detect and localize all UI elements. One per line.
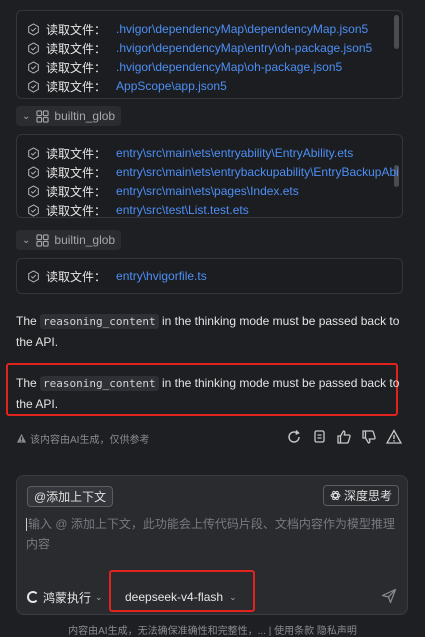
tool-result-box-3: 读取文件： entry\hvigorfile.ts (16, 258, 403, 294)
builtin-glob-toggle[interactable]: ⌄ builtin_glob (16, 230, 122, 250)
file-read-label: 读取文件： (46, 165, 107, 180)
file-read-row: 读取文件： .hvigor\dependencyMap\entry\oh-pack… (27, 39, 372, 57)
deep-think-label: 深度思考 (343, 489, 392, 503)
file-read-row: 读取文件： .hvigor\dependencyMap\dependencyMap… (27, 20, 368, 38)
check-hexagon-icon (27, 269, 40, 283)
check-hexagon-icon (27, 41, 40, 55)
file-path-link[interactable]: .hvigor\dependencyMap\entry\oh-package.j… (116, 41, 372, 55)
tool-grid-icon (36, 109, 50, 123)
deep-think-icon (330, 490, 341, 501)
deep-think-button[interactable]: 深度思考 (322, 485, 399, 506)
answer-paragraph-highlighted: The reasoning_content in the thinking mo… (16, 376, 400, 411)
file-read-row: 读取文件： entry\src\main\ets\pages\Index.ets (27, 182, 299, 200)
file-path-link[interactable]: entry\src\main\ets\entryability\EntryAbi… (116, 146, 353, 160)
add-context-button[interactable]: @添加上下文 (27, 486, 114, 507)
check-hexagon-icon (27, 60, 40, 74)
tool-result-box-2: 读取文件： entry\src\main\ets\entryability\Ent… (16, 134, 403, 218)
report-icon[interactable] (386, 429, 402, 445)
check-hexagon-icon (27, 184, 40, 198)
check-hexagon-icon (27, 165, 40, 179)
input-placeholder: 输入 @ 添加上下文，此功能会上传代码片段、文档内容作为模型推理内容 (26, 517, 395, 551)
file-read-row: 读取文件： entry\src\main\ets\entrybackupabili… (27, 163, 399, 181)
inline-code: reasoning_content (40, 314, 159, 329)
check-hexagon-icon (27, 22, 40, 36)
file-path-link[interactable]: entry\src\test\List.test.ets (116, 203, 249, 217)
thumbs-up-icon[interactable] (336, 429, 352, 445)
file-path-link[interactable]: .hvigor\dependencyMap\dependencyMap.json… (116, 22, 368, 36)
tool-chip-label: builtin_glob (54, 233, 116, 247)
file-read-label: 读取文件： (46, 203, 107, 218)
file-read-label: 读取文件： (46, 79, 107, 94)
check-hexagon-icon (27, 79, 40, 93)
file-path-link[interactable]: entry\src\main\ets\pages\Index.ets (116, 184, 299, 198)
send-icon[interactable] (381, 588, 397, 604)
file-path-link[interactable]: entry\src\main\ets\entrybackupability\En… (116, 165, 399, 179)
thumbs-down-icon[interactable] (361, 429, 377, 445)
message-actions (286, 429, 402, 445)
scrollbar[interactable] (394, 15, 399, 49)
file-read-row: 读取文件： entry\src\main\ets\entryability\Ent… (27, 144, 353, 162)
loading-spinner-icon (27, 591, 39, 603)
file-read-label: 读取文件： (46, 41, 107, 56)
file-read-label: 读取文件： (46, 22, 107, 37)
tool-grid-icon (36, 233, 50, 247)
highlight-box (109, 570, 255, 612)
builtin-glob-toggle[interactable]: ⌄ builtin_glob (16, 106, 122, 126)
chevron-down-icon: ⌄ (22, 110, 31, 122)
mode-label: 鸿蒙执行 (43, 590, 92, 605)
file-read-label: 读取文件： (46, 269, 107, 284)
file-read-label: 读取文件： (46, 60, 107, 75)
copy-icon[interactable] (311, 429, 327, 445)
regenerate-icon[interactable] (286, 429, 302, 445)
check-hexagon-icon (27, 146, 40, 160)
check-hexagon-icon (27, 203, 40, 217)
file-read-label: 读取文件： (46, 184, 107, 199)
file-read-row: 读取文件： AppScope\app.json5 (27, 77, 227, 95)
warning-icon (16, 433, 27, 443)
file-path-link[interactable]: .hvigor\dependencyMap\oh-package.json5 (116, 60, 342, 74)
inline-code: reasoning_content (40, 376, 159, 391)
file-read-label: 读取文件： (46, 146, 107, 161)
file-read-row: 读取文件： entry\src\test\List.test.ets (27, 201, 249, 218)
file-read-row: 读取文件： .hvigor\dependencyMap\oh-package.js… (27, 58, 342, 76)
file-read-row: 读取文件： entry\hvigorfile.ts (27, 267, 207, 285)
answer-paragraph: The reasoning_content in the thinking mo… (16, 314, 400, 349)
chevron-down-icon: ⌄ (95, 591, 103, 602)
ai-disclaimer: 该内容由AI生成，仅供参考 (16, 431, 149, 446)
text-caret (26, 518, 27, 532)
tool-chip-label: builtin_glob (54, 109, 116, 123)
chat-input-field[interactable]: 输入 @ 添加上下文，此功能会上传代码片段、文档内容作为模型推理内容 (26, 514, 396, 554)
mode-selector[interactable]: 鸿蒙执行 ⌄ (27, 587, 103, 607)
footer-disclaimer: 内容由AI生成，无法确保准确性和完整性，... | 使用条款 隐私声明 (68, 626, 357, 637)
tool-result-box-1: 读取文件： .hvigor\dependencyMap\dependencyMap… (16, 10, 403, 99)
chevron-down-icon: ⌄ (22, 234, 31, 246)
file-path-link[interactable]: AppScope\app.json5 (116, 79, 227, 93)
file-path-link[interactable]: entry\hvigorfile.ts (116, 269, 207, 283)
